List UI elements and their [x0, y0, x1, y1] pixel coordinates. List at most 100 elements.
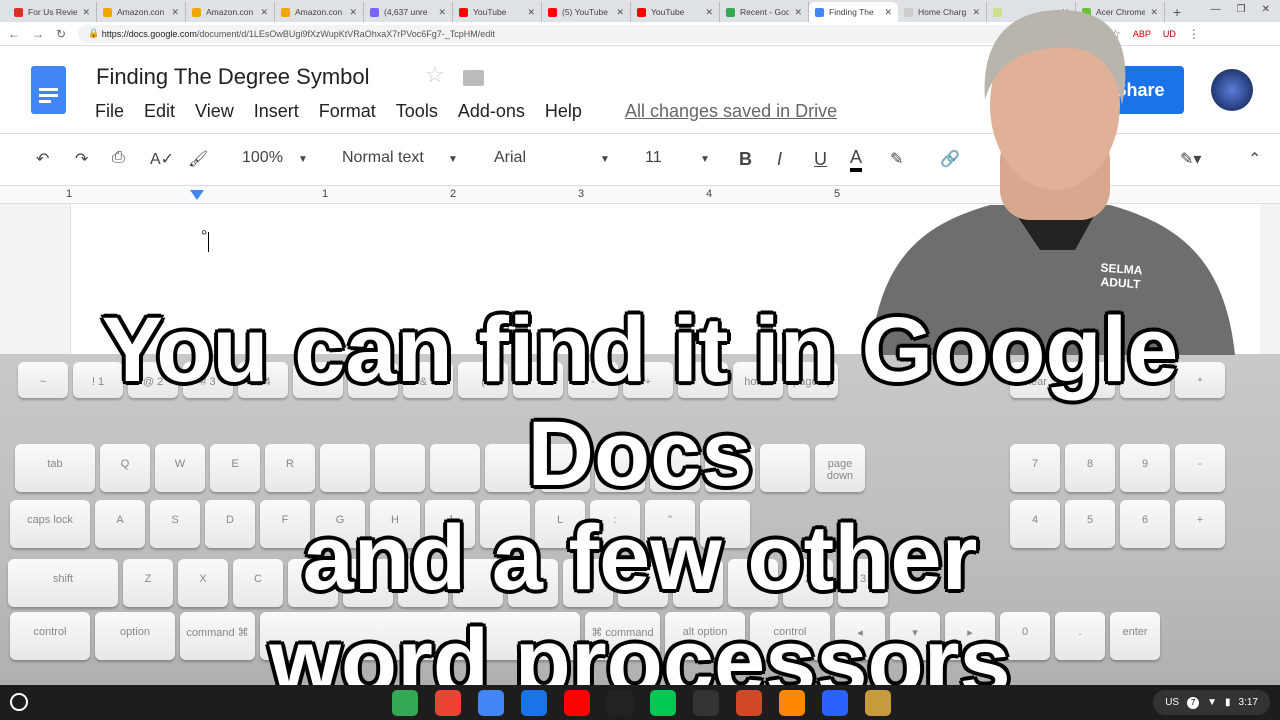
menu-item[interactable]: Edit [144, 101, 175, 122]
indent-marker[interactable] [190, 190, 204, 200]
close-tab-icon[interactable]: ✕ [527, 7, 535, 18]
video-caption: You can find it in Google Docs and a few… [0, 298, 1280, 714]
input-locale: US [1165, 697, 1180, 708]
menu-bar: File Edit View Insert Format Tools Add-ons Help [95, 101, 582, 122]
wifi-icon: ▼ [1207, 697, 1218, 708]
menu-item[interactable]: Add-ons [458, 101, 525, 122]
favicon-icon [548, 7, 557, 17]
style-select[interactable]: Normal text [342, 149, 424, 167]
close-tab-icon[interactable]: ✕ [705, 7, 713, 18]
back-icon[interactable]: ← [8, 27, 20, 41]
folder-icon[interactable] [463, 70, 484, 86]
game-app-icon[interactable] [865, 690, 891, 716]
favicon-icon [14, 7, 23, 17]
powerpoint-app-icon[interactable] [736, 690, 762, 716]
chromeos-shelf: US 7 ▼ ▮ 3:17 [0, 685, 1280, 720]
close-tab-icon[interactable]: ✕ [82, 7, 90, 18]
clock: 3:17 [1238, 697, 1258, 708]
close-tab-icon[interactable]: ✕ [616, 7, 624, 18]
favicon-icon [192, 7, 201, 17]
pluto-app-icon[interactable] [607, 690, 633, 716]
reload-icon[interactable]: ↻ [56, 27, 66, 41]
launcher-icon[interactable] [10, 693, 28, 711]
save-status[interactable]: All changes saved in Drive [625, 101, 837, 122]
spellcheck-icon[interactable]: A✓ [150, 149, 174, 169]
chevron-down-icon: ▼ [700, 154, 710, 165]
ruler-label: 5 [834, 188, 841, 200]
play-store-app-icon[interactable] [650, 690, 676, 716]
tab-title: YouTube [651, 7, 685, 17]
undo-icon[interactable]: ↶ [36, 149, 49, 169]
font-select[interactable]: Arial [494, 149, 526, 167]
close-tab-icon[interactable]: ✕ [260, 7, 268, 18]
chevron-down-icon: ▼ [448, 154, 458, 165]
forward-icon[interactable]: → [32, 27, 44, 41]
print-icon[interactable]: ⎙ [112, 149, 125, 167]
docs-logo-icon[interactable] [31, 66, 66, 114]
menu-item[interactable]: Help [545, 101, 582, 122]
close-window-button[interactable]: ✕ [1262, 4, 1270, 15]
paint-format-icon[interactable]: 🖌 [188, 149, 208, 169]
browser-tab[interactable]: Amazon.con ✕ [97, 2, 186, 22]
underline-button[interactable]: U [814, 149, 827, 170]
files-app-icon[interactable] [521, 690, 547, 716]
browser-tab[interactable]: Amazon.con ✕ [275, 2, 364, 22]
chrome-app-icon[interactable] [392, 690, 418, 716]
menu-item[interactable]: Tools [396, 101, 438, 122]
browser-tab[interactable]: For Us Revie ✕ [8, 2, 97, 22]
doc-title[interactable]: Finding The Degree Symbol [96, 64, 370, 90]
favicon-icon [103, 7, 112, 17]
notification-count: 7 [1187, 696, 1200, 709]
favicon-icon [815, 7, 824, 17]
collapse-icon[interactable]: ⌃ [1248, 149, 1261, 169]
zoom-select[interactable]: 100% [242, 149, 283, 167]
tab-title: For Us Revie [28, 7, 78, 17]
browser-tab[interactable]: YouTube ✕ [453, 2, 542, 22]
favicon-icon [726, 7, 735, 17]
browser-tab[interactable]: (5) YouTube ✕ [542, 2, 631, 22]
close-tab-icon[interactable]: ✕ [171, 7, 179, 18]
video-app-icon[interactable] [693, 690, 719, 716]
favicon-icon [281, 7, 290, 17]
star-icon[interactable]: ☆ [425, 62, 445, 88]
tab-title: Recent - Goo [740, 7, 790, 17]
shirt-logo-text: SELMA ADULT [1100, 260, 1143, 292]
menu-item[interactable]: Format [319, 101, 376, 122]
chevron-down-icon: ▼ [298, 154, 308, 165]
globe-app-icon[interactable] [822, 690, 848, 716]
ruler-label: 2 [450, 188, 457, 200]
degree-symbol: ° [201, 228, 208, 245]
favicon-icon [459, 7, 468, 17]
menu-item[interactable]: Insert [254, 101, 299, 122]
docs-app-icon[interactable] [478, 690, 504, 716]
text-cursor [208, 232, 209, 252]
browser-tab[interactable]: Amazon.con ✕ [186, 2, 275, 22]
ruler-label: 4 [706, 188, 713, 200]
menu-item[interactable]: View [195, 101, 234, 122]
caption-line: You can find it in Google Docs [101, 299, 1179, 505]
italic-button[interactable]: I [777, 149, 782, 170]
close-tab-icon[interactable]: ✕ [438, 7, 446, 18]
browser-tab[interactable]: (4,637 unre ✕ [364, 2, 453, 22]
ruler-label: 3 [578, 188, 585, 200]
browser-tab[interactable]: Recent - Goo ✕ [720, 2, 809, 22]
tab-title: Amazon.con [117, 7, 165, 17]
tab-title: YouTube [473, 7, 507, 17]
bold-button[interactable]: B [739, 149, 752, 170]
gmail-app-icon[interactable] [435, 690, 461, 716]
ruler-label: 1 [66, 188, 73, 200]
youtube-app-icon[interactable] [564, 690, 590, 716]
browser-tab[interactable]: YouTube ✕ [631, 2, 720, 22]
chevron-down-icon: ▼ [600, 154, 610, 165]
tab-title: (4,637 unre [384, 7, 428, 17]
tab-title: Amazon.con [206, 7, 254, 17]
close-tab-icon[interactable]: ✕ [349, 7, 357, 18]
font-size-select[interactable]: 11 [645, 149, 662, 167]
vlc-app-icon[interactable] [779, 690, 805, 716]
status-tray[interactable]: US 7 ▼ ▮ 3:17 [1153, 690, 1270, 715]
close-tab-icon[interactable]: ✕ [794, 7, 802, 18]
battery-icon: ▮ [1225, 697, 1231, 708]
menu-item[interactable]: File [95, 101, 124, 122]
favicon-icon [637, 7, 646, 17]
redo-icon[interactable]: ↷ [75, 149, 88, 169]
